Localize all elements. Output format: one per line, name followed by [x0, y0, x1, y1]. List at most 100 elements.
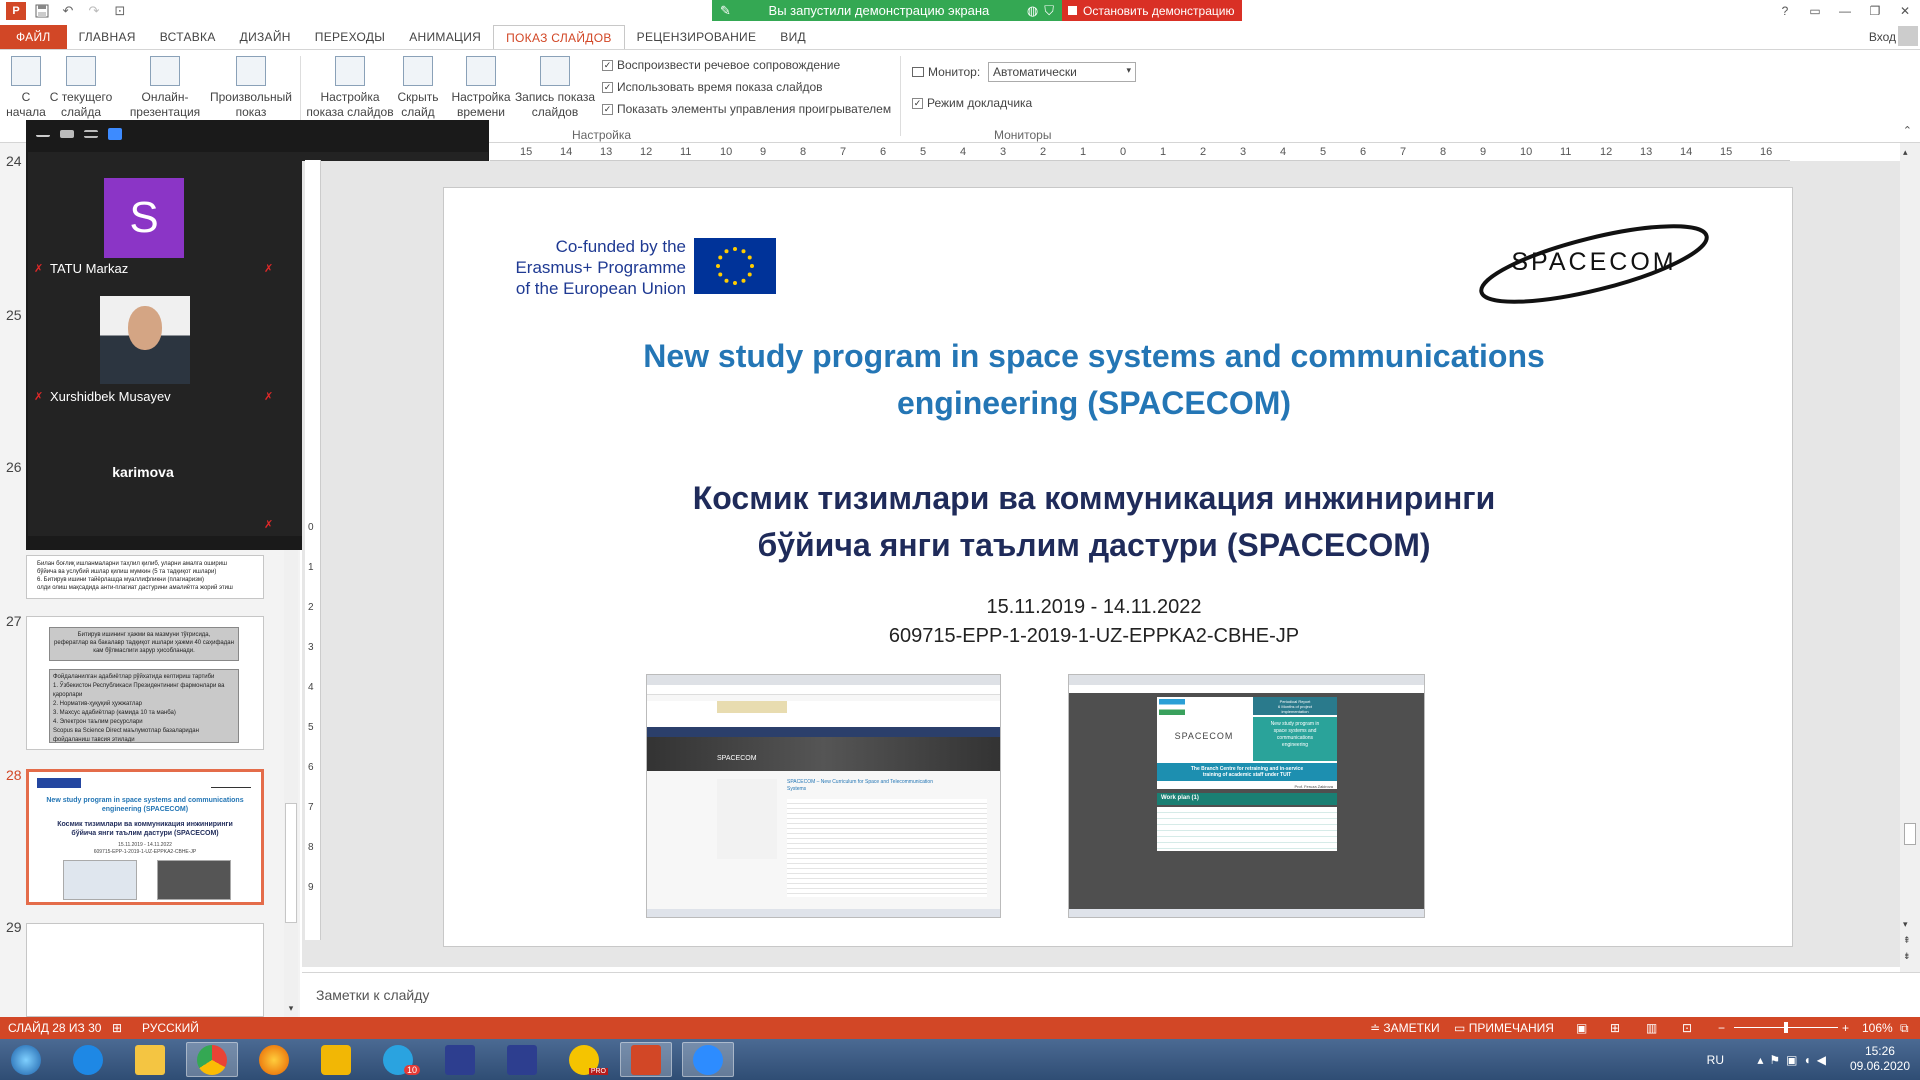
share-pin-icon[interactable]: ✎: [712, 3, 731, 19]
horizontal-ruler[interactable]: 15 14 13 12 11 10 9 8 7 6 5 4 3 2 1 0 1 2 3 4 5 6 7 8 9 10 11 12 13 1…: [490, 145, 1790, 161]
tab-transitions[interactable]: ПЕРЕХОДЫ: [303, 25, 397, 49]
notes-toggle-button[interactable]: ≐ ЗАМЕТКИ: [1370, 1021, 1440, 1035]
vertical-ruler[interactable]: 9 8 7 6 5 4 3 2 1 0: [305, 160, 321, 940]
taskbar-app-chrome[interactable]: [186, 1042, 238, 1077]
taskbar-app-save2[interactable]: [496, 1042, 548, 1077]
project-dates[interactable]: 15.11.2019 - 14.11.2022 609715-EPP-1-201…: [534, 593, 1654, 651]
website-screenshot[interactable]: SPACECOM SPACECOM – New Curriculum for S…: [646, 674, 1001, 918]
speaker-view-icon[interactable]: [60, 130, 74, 138]
start-button[interactable]: [0, 1042, 52, 1077]
system-clock[interactable]: 15:26 09.06.2020: [1850, 1044, 1910, 1074]
taskbar-app-pro[interactable]: PRO: [558, 1042, 610, 1077]
keyboard-language[interactable]: RU: [1707, 1053, 1724, 1067]
save-icon[interactable]: [32, 2, 52, 20]
reading-view-icon[interactable]: ▥: [1646, 1021, 1657, 1035]
ribbon-display-options-icon[interactable]: ▭: [1800, 0, 1830, 22]
zoom-level[interactable]: 106%: [1862, 1021, 1893, 1035]
scroll-down-icon[interactable]: ▾: [285, 1003, 297, 1017]
canvas-scrollbar[interactable]: ▴ ▾ ⇞ ⇟: [1900, 143, 1920, 973]
zoom-in-icon[interactable]: +: [1842, 1021, 1849, 1035]
taskbar-app-telegram[interactable]: 10: [372, 1042, 424, 1077]
slide-thumbnail-27[interactable]: Битирув ишининг ҳажми ва мазмуни тўғриси…: [26, 616, 264, 750]
media-controls-checkbox[interactable]: ✓ Показать элементы управления проигрыва…: [602, 102, 891, 116]
normal-view-icon[interactable]: ▣: [1576, 1021, 1587, 1035]
participant-tile[interactable]: ✗ Xurshidbek Musayev: [28, 280, 258, 408]
tab-insert[interactable]: ВСТАВКА: [148, 25, 228, 49]
setup-show-button[interactable]: Настройка показа слайдов: [306, 56, 394, 120]
notes-toggle-label: ЗАМЕТКИ: [1383, 1021, 1440, 1035]
language-indicator[interactable]: РУССКИЙ: [142, 1021, 199, 1035]
rehearse-label-2: времени: [457, 105, 505, 119]
taskbar-app-ie[interactable]: [62, 1042, 114, 1077]
comments-toggle-button[interactable]: ▭ ПРИМЕЧАНИЯ: [1454, 1021, 1554, 1035]
thumb-text: 2. Норматив-ҳуқуқий ҳужжатлар: [53, 701, 143, 707]
start-slideshow-icon[interactable]: ⊡: [110, 2, 130, 20]
taskbar-strip: [1069, 909, 1424, 917]
tab-file[interactable]: ФАЙЛ: [0, 25, 67, 49]
from-start-button[interactable]: С начала: [6, 56, 46, 120]
scrollbar-thumb[interactable]: [285, 803, 297, 923]
slide-title-uzbek[interactable]: Космик тизимлари ва коммуникация инжинир…: [534, 475, 1654, 569]
tab-animation[interactable]: АНИМАЦИЯ: [397, 25, 493, 49]
restore-button[interactable]: ❐: [1860, 0, 1890, 22]
tab-view[interactable]: ВИД: [768, 25, 818, 49]
hide-slide-button[interactable]: Скрыть слайд: [396, 56, 440, 120]
spellcheck-icon[interactable]: ⊞: [112, 1021, 122, 1035]
current-slide[interactable]: Co-funded by the Erasmus+ Programme of t…: [443, 187, 1793, 947]
taskbar-app-save1[interactable]: [434, 1042, 486, 1077]
minimize-video-icon[interactable]: [36, 131, 50, 137]
tray-icons[interactable]: ▴⚑▣◖◀: [1757, 1053, 1832, 1067]
slide-thumbnail-26[interactable]: Билан боғлиқ ишланмаларни таҳлил қилиб, …: [26, 555, 264, 599]
fit-slide-icon[interactable]: ⧉: [1900, 1021, 1909, 1036]
from-current-label: С текущего: [49, 90, 113, 104]
scrollbar-thumb[interactable]: [1904, 823, 1916, 845]
tab-design[interactable]: ДИЗАЙН: [228, 25, 303, 49]
tab-slideshow[interactable]: ПОКАЗ СЛАЙДОВ: [493, 25, 625, 49]
ribbon-separator: [900, 56, 901, 136]
previous-slide-icon[interactable]: ⇞: [1903, 935, 1911, 946]
online-presentation-button[interactable]: Онлайн- презентация: [124, 56, 206, 120]
rehearse-timings-button[interactable]: Настройка времени: [450, 56, 512, 120]
tab-home[interactable]: ГЛАВНАЯ: [67, 25, 148, 49]
zoom-slider[interactable]: [1734, 1022, 1838, 1033]
zoom-slider-thumb[interactable]: [1784, 1022, 1788, 1033]
powerpoint-app-icon[interactable]: P: [6, 2, 26, 20]
narration-checkbox[interactable]: ✓ Воспроизвести речевое сопровождение: [602, 58, 840, 72]
help-button[interactable]: ?: [1770, 0, 1800, 22]
stop-share-button[interactable]: Остановить демонстрацию: [1062, 0, 1242, 21]
from-current-button[interactable]: С текущего слайда: [48, 56, 114, 120]
presenter-view-checkbox[interactable]: ✓ Режим докладчика: [912, 96, 1032, 110]
gallery-view-icon[interactable]: [108, 128, 122, 140]
collapse-ribbon-icon[interactable]: ⌃: [1903, 124, 1912, 137]
taskbar-app-explorer[interactable]: [124, 1042, 176, 1077]
tab-review[interactable]: РЕЦЕНЗИРОВАНИЕ: [625, 25, 769, 49]
participant-tile[interactable]: S ✗ TATU Markaz: [28, 152, 258, 280]
taskbar-app-warning[interactable]: [310, 1042, 362, 1077]
timings-checkbox[interactable]: ✓ Использовать время показа слайдов: [602, 80, 823, 94]
next-slide-icon[interactable]: ⇟: [1903, 951, 1911, 962]
slideshow-view-icon[interactable]: ⊡: [1682, 1021, 1692, 1035]
minimize-button[interactable]: —: [1830, 0, 1860, 22]
close-button[interactable]: ✕: [1890, 0, 1920, 22]
slide-title-english[interactable]: New study program in space systems and c…: [534, 333, 1654, 427]
slide-sorter-icon[interactable]: ⊞: [1610, 1021, 1620, 1035]
monitor-select[interactable]: Автоматически ▾: [988, 62, 1136, 82]
taskbar-app-powerpoint[interactable]: [620, 1042, 672, 1077]
record-slideshow-button[interactable]: Запись показа слайдов: [514, 56, 596, 120]
custom-show-button[interactable]: Произвольный показ: [208, 56, 294, 120]
user-avatar-icon[interactable]: [1898, 26, 1918, 46]
zoom-out-icon[interactable]: −: [1718, 1021, 1725, 1035]
taskbar-app-zoom[interactable]: [682, 1042, 734, 1077]
undo-icon[interactable]: ↶: [58, 2, 78, 20]
sign-in-link[interactable]: Вход: [1869, 30, 1896, 44]
participant-tile[interactable]: karimova: [28, 408, 258, 536]
scroll-up-icon[interactable]: ▴: [1903, 147, 1908, 158]
scroll-down-icon[interactable]: ▾: [1903, 919, 1908, 930]
taskbar-app-firefox[interactable]: [248, 1042, 300, 1077]
strip-view-icon[interactable]: [84, 130, 98, 138]
slide-thumbnail-28[interactable]: New study program in space systems and c…: [26, 769, 264, 905]
report-screenshot[interactable]: SPACECOM Periodical Report 6 Months of p…: [1068, 674, 1425, 918]
notes-pane[interactable]: Заметки к слайду: [302, 972, 1920, 1017]
slide-thumbnail-29[interactable]: [26, 923, 264, 1017]
redo-icon[interactable]: ↷: [84, 2, 104, 20]
